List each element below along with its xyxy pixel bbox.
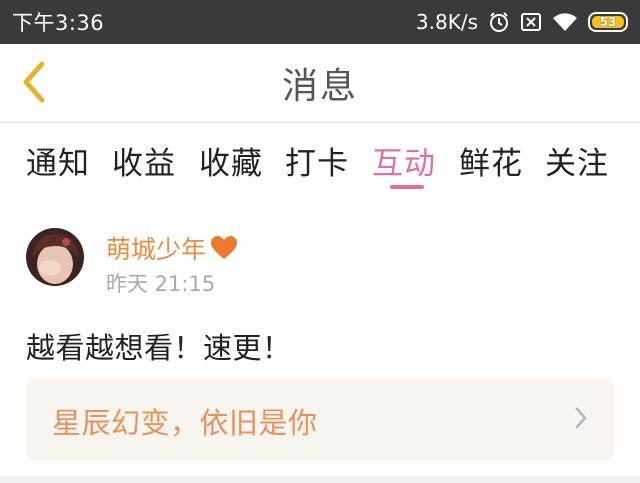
status-bar: 下午3:36 3.8K/s 53 [0,0,640,44]
status-time: 下午3:36 [12,11,105,35]
referenced-work-card[interactable]: 星辰幻变，依旧是你 [26,378,614,460]
tab-notifications[interactable]: 通知 [26,138,90,183]
navigation-bar: 消息 [0,44,640,123]
tab-flowers[interactable]: 鲜花 [459,138,523,183]
wifi-icon [552,12,578,32]
status-icons: 3.8K/s 53 [416,10,628,34]
section-divider [0,476,640,483]
back-button[interactable] [14,58,54,106]
avatar[interactable] [26,228,84,286]
username-text: 萌城少年 [106,235,207,264]
tab-interactions[interactable]: 互动 [372,138,436,183]
chevron-right-icon [575,407,587,429]
active-tab-indicator [390,185,424,189]
battery-level: 53 [599,15,617,29]
comment-text: 越看越想看！速更！ [26,331,292,365]
tab-checkin[interactable]: 打卡 [285,138,349,183]
alarm-icon [488,11,510,33]
heart-icon [210,235,238,261]
referenced-work-title: 星辰幻变，依旧是你 [52,406,318,440]
tab-favorites[interactable]: 收藏 [199,138,263,183]
page-title: 消息 [281,66,358,107]
message-tabs: 通知 收益 收藏 打卡 互动 鲜花 关注 [0,122,640,194]
battery-icon: 53 [588,12,628,32]
tab-earnings[interactable]: 收益 [112,138,176,183]
chevron-left-icon [23,61,45,103]
username[interactable]: 萌城少年 [106,230,238,266]
network-speed: 3.8K/s [415,10,478,34]
tab-following[interactable]: 关注 [545,138,609,183]
sim-icon [520,12,542,32]
comment-time: 昨天 21:15 [106,272,216,296]
